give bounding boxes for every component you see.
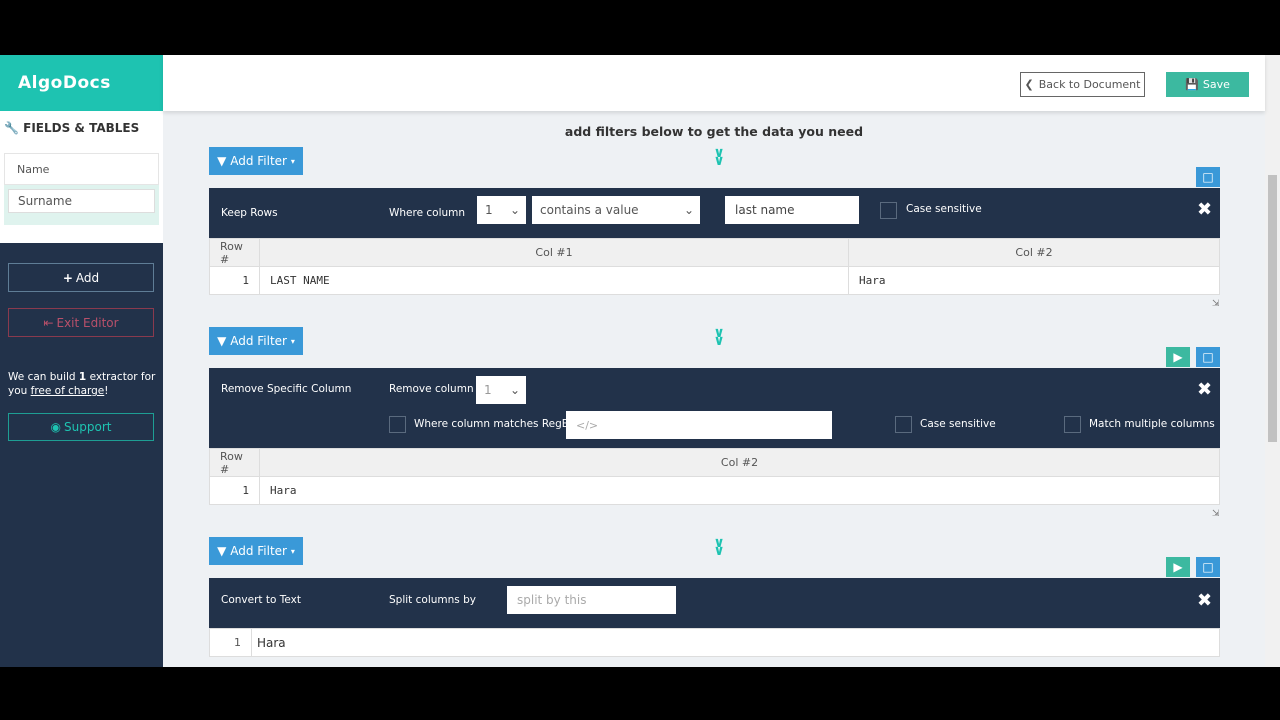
caret-down-icon: ▾: [290, 546, 295, 556]
result-table: 1 Hara: [209, 628, 1220, 657]
chevron-down-icon: ⌄: [509, 203, 520, 217]
app: AlgoDocs ❮ Back to Document 💾 Save 🔧 FIELD…: [0, 55, 1280, 667]
filter-name: Convert to Text: [221, 594, 301, 606]
split-label: Split columns by: [389, 594, 476, 606]
value-input[interactable]: last name: [725, 196, 859, 224]
sidebar: + Add ⇤ Exit Editor We can build 1 extract…: [0, 243, 163, 667]
chevrons-down-icon: ∨ ∨: [713, 535, 725, 559]
case-sensitive-label: Case sensitive: [906, 203, 982, 215]
note-icon[interactable]: □: [1196, 557, 1220, 577]
table-row: 1 LAST NAME Hara: [210, 267, 1219, 294]
filter-bar-remove-column: Remove Specific Column Remove column # 1…: [209, 368, 1220, 448]
free-of-charge-link[interactable]: free of charge: [31, 385, 105, 397]
filter-bar-convert-to-text: Convert to Text Split columns by split b…: [209, 578, 1220, 628]
chevron-down-icon: ⌄: [509, 383, 520, 397]
chevron-left-icon: ❮: [1024, 78, 1034, 91]
condition-select[interactable]: contains a value ⌄: [532, 196, 700, 224]
floppy-icon: 💾: [1185, 78, 1199, 91]
regex-label: Where column matches RegEx: [414, 418, 575, 430]
table-row: 1 Hara: [210, 477, 1219, 504]
resize-handle[interactable]: ⇲: [1212, 299, 1220, 309]
add-filter-button[interactable]: ▼ Add Filter ▾: [209, 537, 303, 565]
close-icon[interactable]: ✖: [1197, 188, 1212, 230]
where-column-label: Where column: [389, 207, 466, 219]
match-multiple-label: Match multiple columns: [1089, 418, 1215, 430]
save-button[interactable]: 💾 Save: [1166, 72, 1249, 97]
caret-down-icon: ▾: [290, 156, 295, 166]
scrollbar-thumb[interactable]: [1268, 175, 1277, 442]
promo-text: We can build 1 extractor for you free of…: [8, 371, 156, 397]
filter-name: Remove Specific Column: [221, 383, 352, 395]
exit-editor-button[interactable]: ⇤ Exit Editor: [8, 308, 154, 337]
split-input[interactable]: split by this: [507, 586, 676, 614]
result-table: Row # Col #1 Col #2 1 LAST NAME Hara: [209, 238, 1220, 295]
filter-bar-keep-rows: Keep Rows Where column 1 ⌄ contains a val…: [209, 188, 1220, 238]
add-button[interactable]: + Add: [8, 263, 154, 292]
result-table: Row # Col #2 1 Hara: [209, 448, 1220, 505]
play-icon[interactable]: ▶: [1166, 347, 1190, 367]
field-item-name[interactable]: Name: [4, 153, 159, 185]
regex-input[interactable]: </>: [566, 411, 832, 439]
page-heading: add filters below to get the data you ne…: [564, 124, 864, 139]
filter-name: Keep Rows: [221, 207, 278, 219]
note-icon[interactable]: □: [1196, 347, 1220, 367]
table-row: 1 Hara: [210, 629, 1219, 656]
wrench-icon: 🔧: [4, 121, 19, 135]
filter-icon: ▼: [217, 334, 227, 348]
logo[interactable]: AlgoDocs: [0, 55, 163, 111]
caret-down-icon: ▾: [290, 336, 295, 346]
chevrons-down-icon: ∨ ∨: [713, 325, 725, 349]
match-multiple-checkbox[interactable]: [1064, 416, 1081, 433]
chevron-down-icon: ⌄: [683, 203, 694, 217]
chevrons-down-icon: ∨ ∨: [713, 145, 725, 169]
add-filter-button[interactable]: ▼ Add Filter ▾: [209, 327, 303, 355]
scrollbar[interactable]: [1265, 55, 1280, 667]
back-to-document-button[interactable]: ❮ Back to Document: [1020, 72, 1145, 97]
filter-icon: ▼: [217, 544, 227, 558]
remove-column-label: Remove column #: [389, 383, 486, 395]
case-sensitive-checkbox[interactable]: [880, 202, 897, 219]
regex-checkbox[interactable]: [389, 416, 406, 433]
fields-tables-title: 🔧 FIELDS & TABLES: [4, 121, 140, 135]
column-select[interactable]: 1 ⌄: [477, 196, 526, 224]
field-item-surname[interactable]: Surname: [8, 189, 155, 213]
plus-icon: +: [62, 270, 73, 285]
close-icon[interactable]: ✖: [1197, 368, 1212, 410]
support-button[interactable]: ◉ Support: [8, 413, 154, 441]
fields-panel: 🔧 FIELDS & TABLES Name Surname: [0, 111, 163, 243]
field-item-surname-wrap: Surname: [4, 185, 159, 225]
filter-icon: ▼: [217, 154, 227, 168]
remove-column-select[interactable]: 1 ⌄: [476, 376, 526, 404]
case-sensitive-label: Case sensitive: [920, 418, 996, 430]
resize-handle[interactable]: ⇲: [1212, 509, 1220, 519]
add-filter-button[interactable]: ▼ Add Filter ▾: [209, 147, 303, 175]
lifebuoy-icon: ◉: [50, 420, 62, 434]
sign-out-icon: ⇤: [43, 315, 54, 330]
play-icon[interactable]: ▶: [1166, 557, 1190, 577]
header: ❮ Back to Document 💾 Save: [163, 55, 1265, 111]
close-icon[interactable]: ✖: [1197, 578, 1212, 622]
case-sensitive-checkbox[interactable]: [895, 416, 912, 433]
note-icon[interactable]: □: [1196, 167, 1220, 187]
